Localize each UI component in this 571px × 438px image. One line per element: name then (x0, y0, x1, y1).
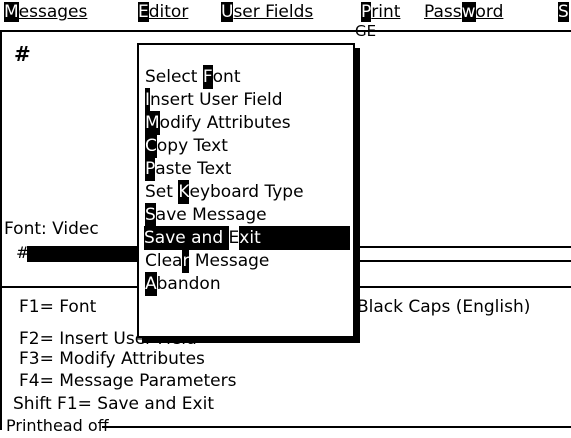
menu-item-hotkey: S (145, 203, 156, 227)
menu-item-paste-text[interactable]: Paste Text (145, 157, 353, 181)
menu-item-hotkey: M (145, 111, 160, 135)
editor-content[interactable]: # (14, 42, 31, 66)
menu-item-label: odify Attributes (159, 113, 291, 133)
menu-print[interactable]: Print (361, 2, 400, 22)
menu-user-fields-label: ser Fields (233, 2, 314, 22)
menu-item-copy-text[interactable]: Copy Text (145, 134, 353, 158)
menu-messages[interactable]: Messages (4, 2, 87, 22)
menu-user-fields-hotkey: U (221, 2, 234, 22)
menu-item-hotkey: P (145, 157, 156, 181)
status-bar: Printhead off (0, 416, 571, 438)
menu-item-label: aste Text (155, 159, 232, 179)
menu-item-label: eyboard Type (189, 182, 304, 202)
menu-item-hotkey: E (228, 226, 240, 250)
menu-item-prefix: Select (145, 67, 203, 87)
menu-item-clear-message[interactable]: Clear Message (145, 249, 353, 273)
menu-item-prefix: Save and (144, 228, 229, 248)
menu-item-prefix: Clea (145, 251, 183, 271)
fkey-f1[interactable]: F1= Font (19, 297, 96, 317)
menu-password-prefix: Pass (424, 2, 462, 22)
menu-password[interactable]: Password (424, 2, 503, 22)
menu-item-hotkey: A (145, 272, 157, 296)
menu-editor-hotkey: E (138, 2, 149, 22)
fkey-shift-f1[interactable]: Shift F1= Save and Exit (13, 394, 214, 414)
status-divider (102, 426, 571, 428)
menu-editor-label: ditor (148, 2, 189, 22)
menubar: Messages Editor User Fields Print Passwo… (0, 0, 571, 26)
menu-editor[interactable]: Editor (138, 2, 188, 22)
font-label: Font: Videc (4, 219, 99, 239)
menu-item-insert-user-field[interactable]: Insert User Field (145, 88, 353, 112)
font-field[interactable] (27, 246, 139, 262)
menu-item-hotkey: C (145, 134, 157, 158)
editor-left-border (0, 30, 2, 286)
editor-dropdown-menu: Select Font Insert User Field Modify Att… (137, 43, 355, 338)
menu-overflow[interactable]: S (558, 2, 569, 22)
font-field-right (357, 246, 571, 262)
menu-print-label: rint (371, 2, 401, 22)
menu-item-modify-attributes[interactable]: Modify Attributes (145, 111, 353, 135)
fkey-f4[interactable]: F4= Message Parameters (19, 371, 236, 391)
fkey-left-border (0, 288, 2, 416)
menu-item-abandon[interactable]: Abandon (145, 272, 353, 296)
menu-item-prefix: Set (145, 182, 179, 202)
editor-title-fragment: GE (355, 22, 377, 40)
menu-item-label: nsert User Field (150, 90, 283, 110)
menu-password-label: ord (475, 2, 504, 22)
editor-top-border (0, 30, 571, 32)
fkey-f3[interactable]: F3= Modify Attributes (19, 349, 205, 369)
menu-item-label: Message (189, 251, 270, 271)
status-text: Printhead off (6, 416, 109, 435)
menu-item-save-and-exit[interactable]: Save and Exit (144, 226, 350, 250)
menu-user-fields[interactable]: User Fields (221, 2, 313, 22)
menu-messages-hotkey: M (4, 2, 19, 22)
menu-item-label: opy Text (156, 136, 228, 156)
menu-item-hotkey: K (178, 180, 190, 204)
menu-item-select-font[interactable]: Select Font (145, 65, 353, 89)
keyboard-type-label: Black Caps (English) (357, 297, 531, 317)
menu-item-label: bandon (156, 274, 221, 294)
menu-password-hotkey: w (461, 2, 476, 22)
menu-item-hotkey: F (202, 65, 213, 89)
menu-overflow-hotkey: S (558, 2, 569, 22)
menu-item-save-message[interactable]: Save Message (145, 203, 353, 227)
menu-item-set-keyboard-type[interactable]: Set Keyboard Type (145, 180, 353, 204)
menu-item-label: xit (239, 228, 261, 248)
menu-messages-label: essages (18, 2, 88, 22)
menu-item-label: ave Message (155, 205, 267, 225)
menu-item-label: ont (212, 67, 241, 87)
status-left-tick (0, 416, 2, 430)
menu-print-hotkey: P (361, 2, 372, 22)
